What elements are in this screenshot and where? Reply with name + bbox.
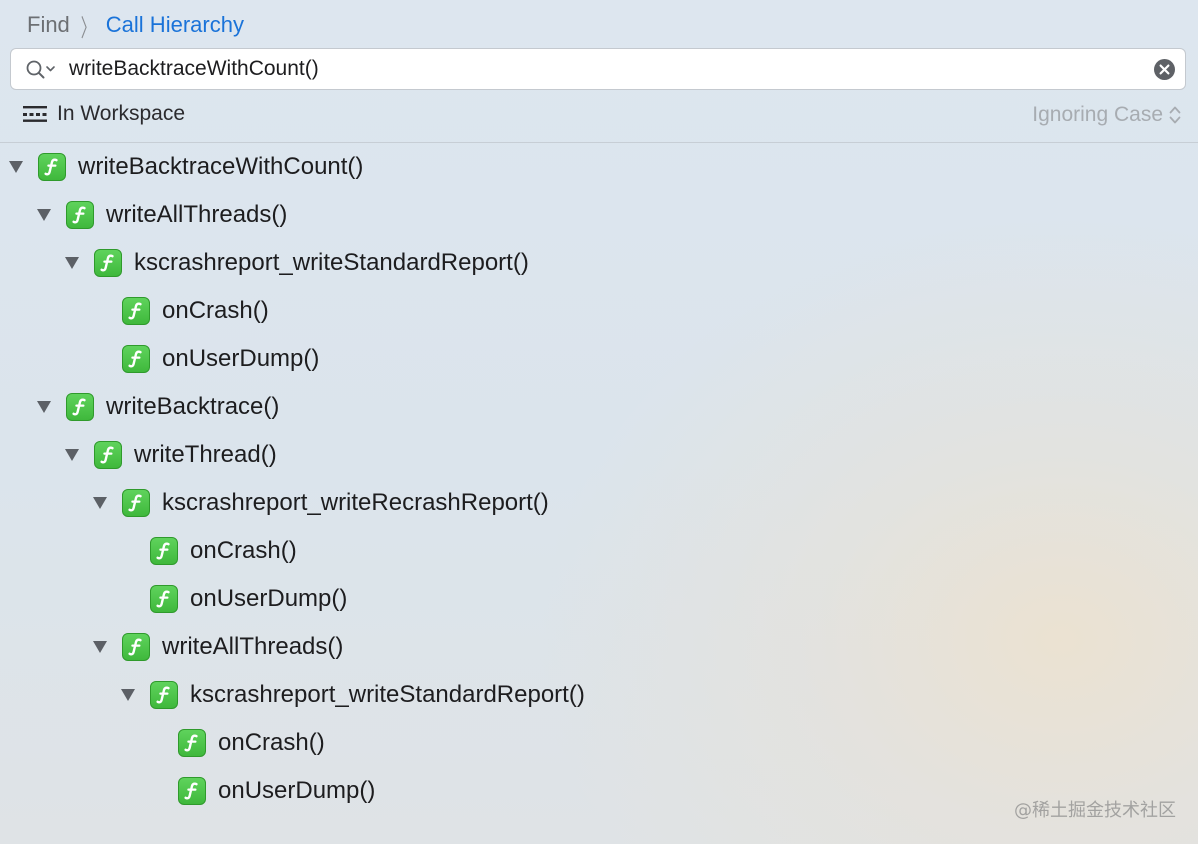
function-f-icon xyxy=(66,201,94,229)
case-sensitivity-select[interactable]: Ignoring Case xyxy=(1032,103,1182,127)
tree-row[interactable]: kscrashreport_writeStandardReport() xyxy=(0,240,1198,288)
function-f-icon xyxy=(122,489,150,517)
function-f-icon xyxy=(178,777,206,805)
divider xyxy=(0,142,1198,143)
function-f-icon xyxy=(178,729,206,757)
disclosure-triangle-expanded-icon[interactable] xyxy=(8,160,24,174)
magnifier-with-dropdown-icon[interactable] xyxy=(25,59,59,81)
updown-chevrons-icon xyxy=(1168,104,1182,126)
function-f-icon xyxy=(94,441,122,469)
tree-row-label: onCrash() xyxy=(190,537,297,564)
tree-row[interactable]: onCrash() xyxy=(0,288,1198,336)
tree-row[interactable]: writeAllThreads() xyxy=(0,192,1198,240)
function-f-icon xyxy=(150,537,178,565)
function-f-icon xyxy=(94,249,122,277)
tree-row-label: writeBacktraceWithCount() xyxy=(78,153,364,180)
search-input[interactable] xyxy=(69,54,1149,84)
function-f-icon xyxy=(122,297,150,325)
function-f-icon xyxy=(38,153,66,181)
breadcrumb: Find 〉 Call Hierarchy xyxy=(27,10,244,42)
tree-row[interactable]: writeAllThreads() xyxy=(0,624,1198,672)
tree-row[interactable]: writeBacktrace() xyxy=(0,384,1198,432)
tree-row[interactable]: onCrash() xyxy=(0,528,1198,576)
disclosure-triangle-expanded-icon[interactable] xyxy=(64,256,80,270)
tree-row-label: onCrash() xyxy=(218,729,325,756)
tree-row-label: onUserDump() xyxy=(162,345,320,372)
function-f-icon xyxy=(122,633,150,661)
scope-bars-icon xyxy=(22,104,48,124)
tree-row-label: writeAllThreads() xyxy=(162,633,344,660)
case-sensitivity-label: Ignoring Case xyxy=(1032,103,1163,126)
breadcrumb-find[interactable]: Find xyxy=(27,12,70,38)
tree-row-label: writeAllThreads() xyxy=(106,201,288,228)
tree-row[interactable]: writeBacktraceWithCount() xyxy=(0,144,1198,192)
tree-row-label: writeThread() xyxy=(134,441,277,468)
scope-selector[interactable]: In Workspace xyxy=(22,102,185,126)
tree-row-label: onUserDump() xyxy=(218,777,376,804)
function-f-icon xyxy=(150,585,178,613)
function-f-icon xyxy=(122,345,150,373)
disclosure-triangle-expanded-icon[interactable] xyxy=(92,640,108,654)
tree-row-label: kscrashreport_writeStandardReport() xyxy=(134,249,529,276)
tree-row[interactable]: onUserDump() xyxy=(0,576,1198,624)
tree-row[interactable]: writeThread() xyxy=(0,432,1198,480)
breadcrumb-call-hierarchy[interactable]: Call Hierarchy xyxy=(106,12,244,38)
tree-row-label: writeBacktrace() xyxy=(106,393,280,420)
scope-label: In Workspace xyxy=(57,102,185,125)
tree-row[interactable]: onUserDump() xyxy=(0,336,1198,384)
breadcrumb-separator-icon: 〉 xyxy=(80,14,95,42)
disclosure-triangle-expanded-icon[interactable] xyxy=(92,496,108,510)
tree-row[interactable]: kscrashreport_writeRecrashReport() xyxy=(0,480,1198,528)
tree-row[interactable]: onCrash() xyxy=(0,720,1198,768)
scope-bar: In Workspace Ignoring Case xyxy=(0,100,1198,134)
tree-row-label: kscrashreport_writeRecrashReport() xyxy=(162,489,549,516)
clear-circle-x-icon[interactable] xyxy=(1154,59,1175,80)
watermark: @稀土掘金技术社区 xyxy=(1014,800,1176,821)
function-f-icon xyxy=(150,681,178,709)
disclosure-triangle-expanded-icon[interactable] xyxy=(120,688,136,702)
search-field[interactable] xyxy=(10,48,1186,90)
disclosure-triangle-expanded-icon[interactable] xyxy=(36,208,52,222)
disclosure-triangle-expanded-icon[interactable] xyxy=(64,448,80,462)
disclosure-triangle-expanded-icon[interactable] xyxy=(36,400,52,414)
tree-row[interactable]: kscrashreport_writeStandardReport() xyxy=(0,672,1198,720)
function-f-icon xyxy=(66,393,94,421)
tree-row-label: onCrash() xyxy=(162,297,269,324)
tree-row-label: kscrashreport_writeStandardReport() xyxy=(190,681,585,708)
tree-row-label: onUserDump() xyxy=(190,585,348,612)
